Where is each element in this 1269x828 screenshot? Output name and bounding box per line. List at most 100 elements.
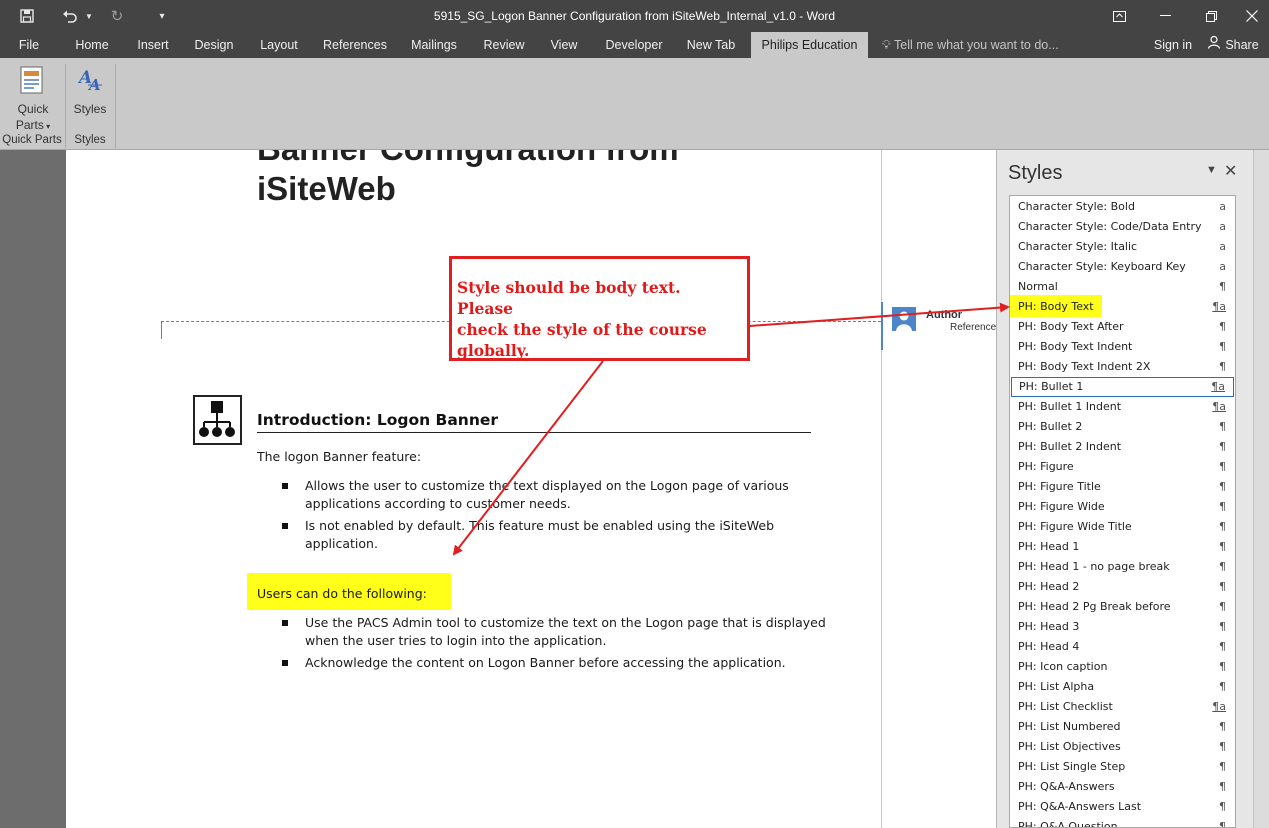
- pane-options-icon[interactable]: ▼: [1206, 164, 1217, 176]
- style-item[interactable]: Character Style: Keyboard Key a: [1011, 257, 1234, 277]
- pane-close-icon[interactable]: ✕: [1224, 161, 1237, 181]
- tab-review[interactable]: Review: [478, 32, 530, 58]
- paragraph-style-icon: ¶: [1219, 540, 1226, 553]
- bullet-marker: [282, 620, 288, 626]
- share-label: Share: [1225, 38, 1259, 52]
- style-item[interactable]: PH: Bullet 2 Indent ¶: [1011, 437, 1234, 457]
- style-item-name: PH: Head 4: [1018, 640, 1080, 653]
- style-item[interactable]: PH: Body Text Indent 2X ¶: [1011, 357, 1234, 377]
- tab-view[interactable]: View: [543, 32, 585, 58]
- paragraph-style-icon: ¶: [1219, 820, 1226, 828]
- styles-list[interactable]: Character Style: Bold a Character Style: C…: [1009, 195, 1236, 828]
- tab-layout[interactable]: Layout: [253, 32, 305, 58]
- tab-mailings[interactable]: Mailings: [404, 32, 464, 58]
- bullet-2-line-1: Is not enabled by default. This feature …: [305, 518, 775, 533]
- tab-design[interactable]: Design: [188, 32, 240, 58]
- style-item[interactable]: PH: List Alpha ¶: [1011, 677, 1234, 697]
- style-item-name: PH: Q&A-Answers: [1018, 780, 1115, 793]
- style-item-name: PH: Q&A Question: [1018, 820, 1118, 828]
- tab-home[interactable]: Home: [68, 32, 116, 58]
- style-item[interactable]: PH: Head 1 ¶: [1011, 537, 1234, 557]
- document-title-line1: Banner Configuration from: [257, 150, 679, 168]
- style-item[interactable]: Normal ¶: [1011, 277, 1234, 297]
- comment-author[interactable]: Author: [926, 309, 962, 321]
- tab-new-tab[interactable]: New Tab: [680, 32, 742, 58]
- undo-icon[interactable]: [56, 0, 84, 32]
- ribbon-separator: [115, 64, 116, 148]
- style-item-name: PH: Head 2: [1018, 580, 1080, 593]
- style-item-name: Character Style: Code/Data Entry: [1018, 220, 1202, 233]
- style-item[interactable]: PH: Head 4 ¶: [1011, 637, 1234, 657]
- style-item[interactable]: PH: Q&A-Answers ¶: [1011, 777, 1234, 797]
- paragraph-style-icon: ¶: [1219, 800, 1226, 813]
- style-item[interactable]: PH: Bullet 1 ¶a: [1011, 377, 1234, 397]
- tab-references[interactable]: References: [320, 32, 390, 58]
- style-item[interactable]: PH: List Single Step ¶: [1011, 757, 1234, 777]
- style-item-name: PH: Icon caption: [1018, 660, 1108, 673]
- avatar-icon: [892, 307, 916, 331]
- quick-parts-button[interactable]: Quick Parts ▾: [10, 62, 56, 132]
- document-page[interactable]: Banner Configuration from iSiteWeb Autho…: [66, 150, 996, 828]
- style-item[interactable]: PH: Figure Title ¶: [1011, 477, 1234, 497]
- restore-icon[interactable]: [1188, 0, 1234, 32]
- pane-scrollbar[interactable]: [1253, 150, 1269, 828]
- linked-style-icon: ¶a: [1212, 700, 1226, 713]
- style-item[interactable]: PH: List Numbered ¶: [1011, 717, 1234, 737]
- paragraph-style-icon: ¶: [1219, 320, 1226, 333]
- close-icon[interactable]: [1234, 0, 1269, 32]
- style-item-name: PH: Body Text Indent 2X: [1018, 360, 1151, 373]
- styles-button[interactable]: AA Styles: [70, 62, 110, 118]
- style-item[interactable]: PH: List Checklist ¶a: [1011, 697, 1234, 717]
- style-item[interactable]: PH: Figure Wide Title ¶: [1011, 517, 1234, 537]
- ribbon-display-options-icon[interactable]: [1096, 0, 1142, 32]
- tab-developer[interactable]: Developer: [600, 32, 668, 58]
- style-item[interactable]: PH: Bullet 1 Indent ¶a: [1011, 397, 1234, 417]
- style-item[interactable]: PH: Bullet 2 ¶: [1011, 417, 1234, 437]
- style-item[interactable]: PH: Head 3 ¶: [1011, 617, 1234, 637]
- dropdown-arrow-icon: ▾: [43, 122, 51, 131]
- title-bar: ▼ ↻ ▾ 5915_SG_Logon Banner Configuration…: [0, 0, 1269, 32]
- style-item-name: PH: Head 1 - no page break: [1018, 560, 1170, 573]
- style-item[interactable]: PH: Head 1 - no page break ¶: [1011, 557, 1234, 577]
- paragraph-style-icon: ¶: [1219, 420, 1226, 433]
- style-item[interactable]: PH: Figure ¶: [1011, 457, 1234, 477]
- style-item[interactable]: PH: Head 2 Pg Break before ¶: [1011, 597, 1234, 617]
- style-item[interactable]: PH: Body Text Indent ¶: [1011, 337, 1234, 357]
- bullet-marker: [282, 660, 288, 666]
- style-item[interactable]: Character Style: Italic a: [1011, 237, 1234, 257]
- style-item[interactable]: Character Style: Bold a: [1011, 197, 1234, 217]
- save-icon[interactable]: [12, 0, 42, 32]
- style-item[interactable]: PH: Body Text ¶a: [1010, 295, 1234, 317]
- paragraph-style-icon: ¶: [1219, 460, 1226, 473]
- customize-qat-icon[interactable]: ▾: [152, 0, 172, 32]
- minimize-icon[interactable]: [1142, 0, 1188, 32]
- style-item-name: PH: List Single Step: [1018, 760, 1126, 773]
- style-item[interactable]: PH: Icon caption ¶: [1011, 657, 1234, 677]
- style-item-name: Character Style: Italic: [1018, 240, 1138, 253]
- style-item[interactable]: PH: List Objectives ¶: [1011, 737, 1234, 757]
- tab-philips-education[interactable]: Philips Education: [751, 32, 868, 58]
- group-label-styles: Styles: [74, 134, 106, 146]
- redo-icon[interactable]: ↻: [104, 0, 130, 32]
- paragraph-style-icon: ¶: [1219, 680, 1226, 693]
- style-item[interactable]: PH: Body Text After ¶: [1011, 317, 1234, 337]
- ribbon-tab-bar: File Home Insert Design Layout Reference…: [0, 32, 1269, 58]
- tell-me-box[interactable]: 💡︎ Tell me what you want to do...: [882, 32, 1059, 58]
- undo-dropdown-icon[interactable]: ▼: [83, 0, 95, 32]
- paragraph-style-icon: ¶: [1219, 620, 1226, 633]
- style-item[interactable]: PH: Head 2 ¶: [1011, 577, 1234, 597]
- paragraph-style-icon: ¶: [1219, 720, 1226, 733]
- style-item[interactable]: PH: Q&A Question ¶: [1011, 817, 1234, 828]
- style-item[interactable]: PH: Q&A-Answers Last ¶: [1011, 797, 1234, 817]
- style-item[interactable]: Character Style: Code/Data Entry a: [1011, 217, 1234, 237]
- sign-in-link[interactable]: Sign in: [1148, 32, 1198, 58]
- styles-label: Styles: [73, 102, 107, 116]
- style-item[interactable]: PH: Figure Wide ¶: [1011, 497, 1234, 517]
- share-button[interactable]: Share: [1204, 32, 1262, 58]
- style-item-name: PH: Body Text After: [1018, 320, 1124, 333]
- linked-style-icon: ¶a: [1212, 300, 1226, 313]
- tab-file[interactable]: File: [10, 32, 48, 58]
- tab-insert[interactable]: Insert: [131, 32, 175, 58]
- style-item-name: PH: Head 1: [1018, 540, 1080, 553]
- paragraph-style-icon: ¶: [1219, 340, 1226, 353]
